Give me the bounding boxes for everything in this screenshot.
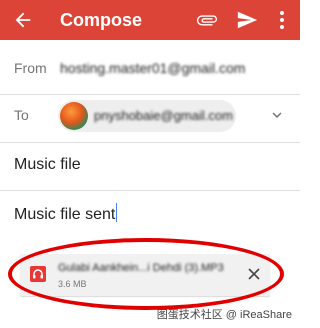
chevron-down-icon[interactable] — [268, 106, 286, 124]
highlight-ellipse — [8, 238, 284, 310]
watermark: 图蛋技术社区 @ iReaShare — [156, 309, 292, 321]
divider — [0, 142, 300, 143]
subject-field[interactable]: Music file — [14, 156, 81, 174]
arrow-back-icon[interactable] — [12, 9, 34, 31]
recipient-address: pnyshobaie@gmail.com — [94, 108, 233, 123]
from-row: From hosting.master01@gmail.com — [0, 40, 300, 94]
divider — [0, 190, 300, 191]
body-text: Music file sent — [14, 206, 116, 223]
app-toolbar: Compose — [0, 0, 300, 40]
text-cursor — [116, 203, 118, 222]
send-icon[interactable] — [236, 9, 258, 31]
from-label: From — [14, 60, 47, 76]
to-label: To — [14, 107, 29, 123]
from-address[interactable]: hosting.master01@gmail.com — [60, 60, 245, 76]
avatar — [60, 102, 88, 130]
body-field[interactable]: Music file sent — [14, 203, 118, 224]
more-vert-icon[interactable] — [277, 9, 287, 31]
recipient-chip[interactable]: pnyshobaie@gmail.com — [58, 100, 236, 132]
paperclip-icon[interactable] — [196, 9, 218, 31]
toolbar-title: Compose — [60, 10, 143, 30]
